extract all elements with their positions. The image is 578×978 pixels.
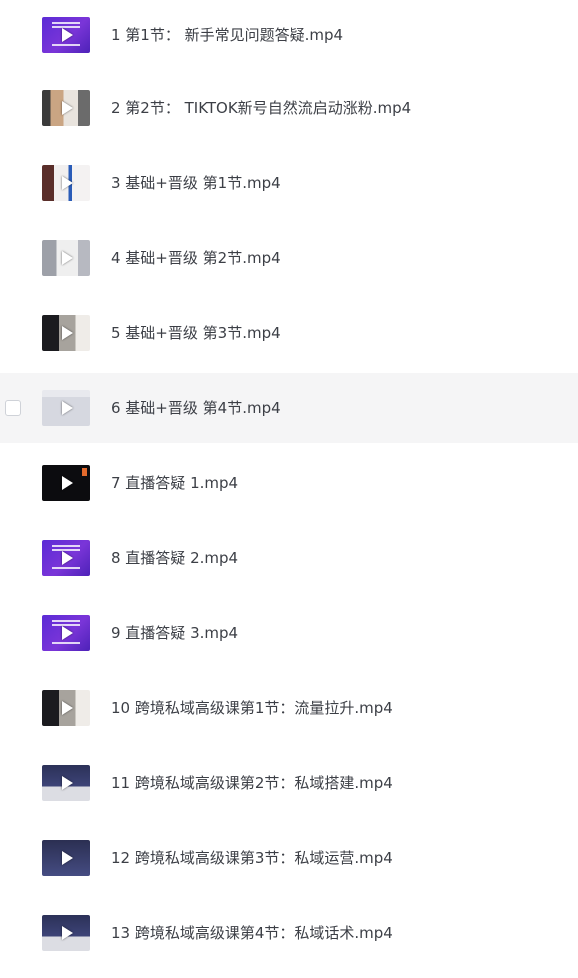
video-thumbnail[interactable] [42, 315, 90, 351]
file-name[interactable]: 12 跨境私域高级课第3节：私域运营.mp4 [111, 823, 393, 893]
file-row[interactable]: 13 跨境私域高级课第4节：私域话术.mp4 [0, 898, 578, 968]
file-row[interactable]: 12 跨境私域高级课第3节：私域运营.mp4 [0, 823, 578, 893]
video-thumbnail[interactable] [42, 615, 90, 651]
play-icon [62, 176, 73, 190]
file-row[interactable]: 11 跨境私域高级课第2节：私域搭建.mp4 [0, 748, 578, 818]
file-name[interactable]: 7 直播答疑 1.mp4 [111, 448, 238, 518]
file-name[interactable]: 3 基础+晋级 第1节.mp4 [111, 148, 281, 218]
file-name[interactable]: 8 直播答疑 2.mp4 [111, 523, 238, 593]
play-icon [62, 851, 73, 865]
video-thumbnail[interactable] [42, 840, 90, 876]
play-icon [62, 551, 73, 565]
file-row[interactable]: 10 跨境私域高级课第1节：流量拉升.mp4 [0, 673, 578, 743]
file-name[interactable]: 10 跨境私域高级课第1节：流量拉升.mp4 [111, 673, 393, 743]
file-row[interactable]: 4 基础+晋级 第2节.mp4 [0, 223, 578, 293]
file-name[interactable]: 13 跨境私域高级课第4节：私域话术.mp4 [111, 898, 393, 968]
play-icon [62, 626, 73, 640]
play-icon [62, 476, 73, 490]
file-name[interactable]: 9 直播答疑 3.mp4 [111, 598, 238, 668]
play-icon [62, 401, 73, 415]
file-row[interactable]: 5 基础+晋级 第3节.mp4 [0, 298, 578, 368]
file-row[interactable]: 1 第1节： 新手常见问题答疑.mp4 [0, 0, 578, 70]
video-thumbnail[interactable] [42, 765, 90, 801]
play-icon [62, 776, 73, 790]
file-row[interactable]: 3 基础+晋级 第1节.mp4 [0, 148, 578, 218]
video-thumbnail[interactable] [42, 540, 90, 576]
play-icon [62, 28, 73, 42]
video-thumbnail[interactable] [42, 915, 90, 951]
video-thumbnail[interactable] [42, 690, 90, 726]
file-name[interactable]: 1 第1节： 新手常见问题答疑.mp4 [111, 0, 343, 70]
play-icon [62, 101, 73, 115]
file-row[interactable]: 7 直播答疑 1.mp4 [0, 448, 578, 518]
video-thumbnail[interactable] [42, 240, 90, 276]
play-icon [62, 701, 73, 715]
file-row[interactable]: 8 直播答疑 2.mp4 [0, 523, 578, 593]
file-name[interactable]: 6 基础+晋级 第4节.mp4 [111, 373, 281, 443]
play-icon [62, 251, 73, 265]
file-list: 1 第1节： 新手常见问题答疑.mp4 2 第2节： TIKTOK新号自然流启动涨… [0, 0, 578, 978]
play-icon [62, 326, 73, 340]
file-name[interactable]: 2 第2节： TIKTOK新号自然流启动涨粉.mp4 [111, 73, 411, 143]
video-thumbnail[interactable] [42, 465, 90, 501]
play-icon [62, 926, 73, 940]
file-name[interactable]: 4 基础+晋级 第2节.mp4 [111, 223, 281, 293]
video-thumbnail[interactable] [42, 90, 90, 126]
file-name[interactable]: 5 基础+晋级 第3节.mp4 [111, 298, 281, 368]
file-row[interactable]: 6 基础+晋级 第4节.mp4 [0, 373, 578, 443]
video-thumbnail[interactable] [42, 390, 90, 426]
video-thumbnail[interactable] [42, 165, 90, 201]
checkbox-icon[interactable] [5, 400, 21, 416]
video-thumbnail[interactable] [42, 17, 90, 53]
file-name[interactable]: 11 跨境私域高级课第2节：私域搭建.mp4 [111, 748, 393, 818]
file-row[interactable]: 9 直播答疑 3.mp4 [0, 598, 578, 668]
file-row[interactable]: 2 第2节： TIKTOK新号自然流启动涨粉.mp4 [0, 73, 578, 143]
